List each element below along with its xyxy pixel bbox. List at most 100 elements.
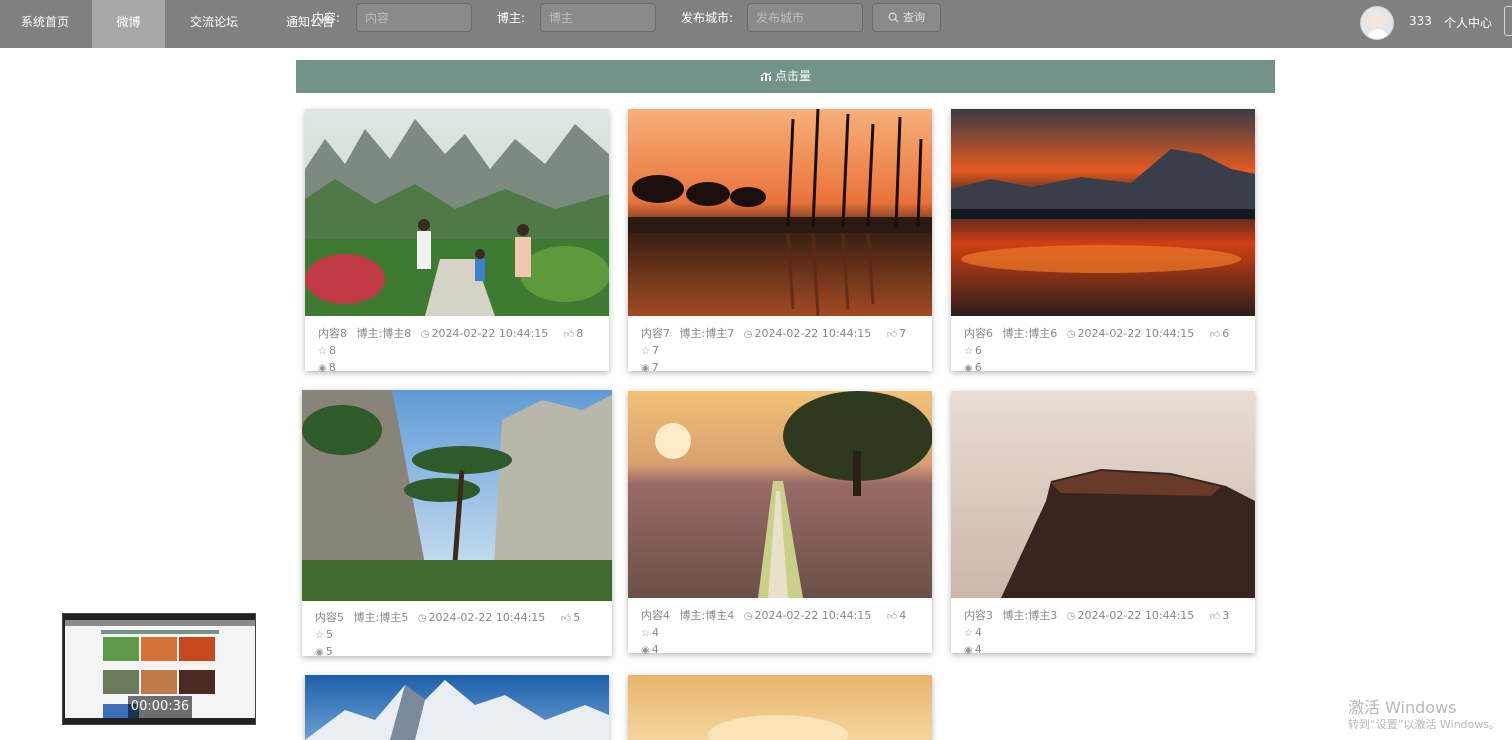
post-content[interactable]: 内容7 [641,327,670,340]
post-meta: 内容6 博主:博主6 ◷ 2024-02-22 10:44:15 👍︎ 6 ☆ 6 ◉… [964,326,1249,377]
post-favorites: 7 [651,344,659,357]
city-input[interactable] [747,3,863,32]
logout-button[interactable] [1504,6,1512,36]
clock-icon: ◷ [1066,611,1076,622]
city-label: 发布城市: [681,11,734,25]
post-image[interactable] [628,109,932,316]
blogger-input[interactable] [540,3,656,32]
content-input[interactable] [356,3,472,32]
chart-icon [760,71,772,81]
post-card[interactable]: 内容3 博主:博主3 ◷ 2024-02-22 10:44:15 👍︎ 3 ☆ 4 ◉… [951,391,1255,656]
post-views: 8 [328,361,336,374]
post-image[interactable] [305,109,609,316]
sort-label: 点击量 [774,69,811,83]
post-blogger[interactable]: 博主:博主3 [1003,609,1058,622]
star-icon[interactable]: ☆ [641,628,650,639]
post-image[interactable] [951,109,1255,316]
windows-activation-hint: 转到“设置”以激活 Windows。 [1348,718,1500,731]
post-meta: 内容4 博主:博主4 ◷ 2024-02-22 10:44:15 👍︎ 4 ☆ 4 ◉… [641,608,926,659]
nav-item-weibo[interactable]: 微博 [92,0,165,48]
post-time: 2024-02-22 10:44:15 [428,611,546,624]
clock-icon: ◷ [1066,329,1076,340]
clock-icon: ◷ [417,613,427,624]
post-content[interactable]: 内容3 [964,609,993,622]
top-nav-bar: 系统首页 微博 交流论坛 通知公告 内容: 博主: 发布城市: 查询 333 个… [0,0,1512,48]
post-favorites: 4 [974,626,982,639]
thumb-up-icon[interactable]: 👍︎ [564,329,574,340]
clock-icon: ◷ [743,329,753,340]
post-card[interactable]: 内容8 博主:博主8 ◷ 2024-02-22 10:44:15 👍︎ 8 ☆ 8 ◉… [305,109,609,374]
post-image[interactable] [305,675,609,740]
thumb-up-icon[interactable]: 👍︎ [887,329,897,340]
blogger-label: 博主: [497,11,526,25]
post-favorites: 4 [651,626,659,639]
eye-icon: ◉ [641,363,650,374]
post-views: 6 [974,361,982,374]
post-meta: 内容8 博主:博主8 ◷ 2024-02-22 10:44:15 👍︎ 8 ☆ 8 ◉… [318,326,603,377]
post-meta: 内容5 博主:博主5 ◷ 2024-02-22 10:44:15 👍︎ 5 ☆ 5 ◉… [315,610,606,661]
star-icon[interactable]: ☆ [315,630,324,641]
star-icon[interactable]: ☆ [964,346,973,357]
sort-by-clicks-bar[interactable]: 点击量 [296,60,1275,93]
post-views: 4 [651,643,659,656]
post-card[interactable]: 内容5 博主:博主5 ◷ 2024-02-22 10:44:15 👍︎ 5 ☆ 5 ◉… [302,390,612,658]
post-blogger[interactable]: 博主:博主5 [354,611,409,624]
star-icon[interactable]: ☆ [964,628,973,639]
query-button-label: 查询 [903,11,925,24]
nav-item-home[interactable]: 系统首页 [0,0,90,48]
post-blogger[interactable]: 博主:博主7 [680,327,735,340]
post-time: 2024-02-22 10:44:15 [1077,609,1195,622]
post-likes: 7 [899,327,907,340]
thumb-up-icon[interactable]: 👍︎ [1210,329,1220,340]
post-image[interactable] [951,391,1255,598]
post-blogger[interactable]: 博主:博主6 [1003,327,1058,340]
post-blogger[interactable]: 博主:博主4 [680,609,735,622]
post-time: 2024-02-22 10:44:15 [754,609,872,622]
post-likes: 3 [1222,609,1230,622]
post-image[interactable] [302,390,612,601]
eye-icon: ◉ [964,645,973,656]
post-likes: 4 [899,609,907,622]
post-content[interactable]: 内容6 [964,327,993,340]
post-likes: 6 [1222,327,1230,340]
star-icon[interactable]: ☆ [318,346,327,357]
post-likes: 5 [573,611,581,624]
clock-icon: ◷ [420,329,430,340]
post-views: 4 [974,643,982,656]
post-content[interactable]: 内容4 [641,609,670,622]
windows-activation-title: 激活 Windows [1348,698,1457,717]
video-timestamp: 00:00:36 [128,696,192,718]
eye-icon: ◉ [964,363,973,374]
nav-item-forum[interactable]: 交流论坛 [172,0,256,48]
thumb-up-icon[interactable]: 👍︎ [887,611,897,622]
content-label: 内容: [312,11,341,25]
post-likes: 8 [576,327,584,340]
post-time: 2024-02-22 10:44:15 [1077,327,1195,340]
post-image[interactable] [628,675,932,740]
clock-icon: ◷ [743,611,753,622]
eye-icon: ◉ [315,647,324,658]
eye-icon: ◉ [641,645,650,656]
post-views: 7 [651,361,659,374]
user-center-link[interactable]: 个人中心 [1444,14,1492,31]
post-content[interactable]: 内容8 [318,327,347,340]
search-icon [888,12,899,23]
star-icon[interactable]: ☆ [641,346,650,357]
post-card[interactable]: 内容4 博主:博主4 ◷ 2024-02-22 10:44:15 👍︎ 4 ☆ 4 ◉… [628,391,932,656]
post-favorites: 8 [328,344,336,357]
post-time: 2024-02-22 10:44:15 [754,327,872,340]
post-image[interactable] [628,391,932,598]
thumb-up-icon[interactable]: 👍︎ [561,613,571,624]
post-blogger[interactable]: 博主:博主8 [357,327,412,340]
avatar[interactable] [1360,6,1394,40]
post-card[interactable]: 内容6 博主:博主6 ◷ 2024-02-22 10:44:15 👍︎ 6 ☆ 6 ◉… [951,109,1255,374]
post-time: 2024-02-22 10:44:15 [431,327,549,340]
post-card[interactable] [628,675,932,740]
post-meta: 内容7 博主:博主7 ◷ 2024-02-22 10:44:15 👍︎ 7 ☆ 7 ◉… [641,326,926,377]
post-card[interactable] [305,675,609,740]
post-meta: 内容3 博主:博主3 ◷ 2024-02-22 10:44:15 👍︎ 3 ☆ 4 ◉… [964,608,1249,659]
query-button[interactable]: 查询 [872,3,941,32]
post-content[interactable]: 内容5 [315,611,344,624]
thumb-up-icon[interactable]: 👍︎ [1210,611,1220,622]
post-card[interactable]: 内容7 博主:博主7 ◷ 2024-02-22 10:44:15 👍︎ 7 ☆ 7 ◉… [628,109,932,374]
